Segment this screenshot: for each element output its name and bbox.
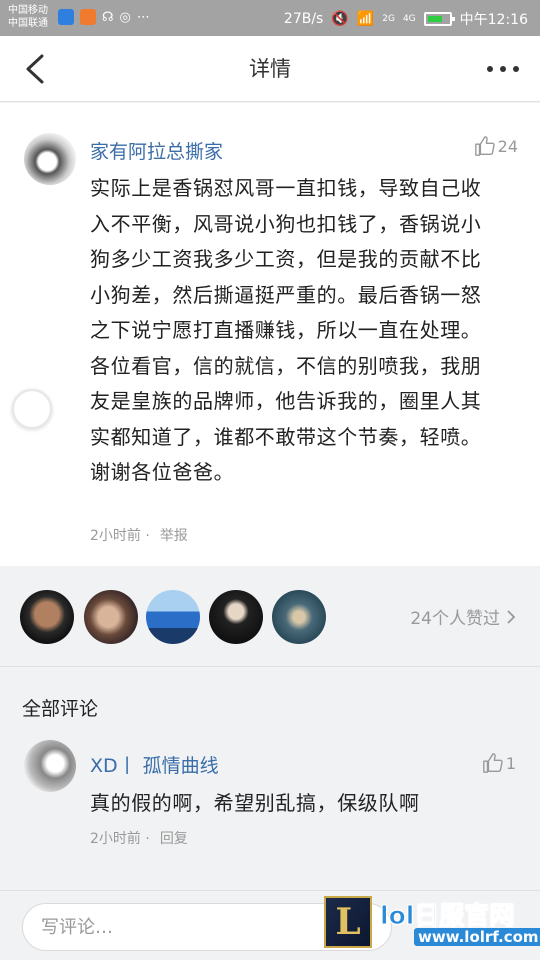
post-like-count: 24 — [497, 136, 518, 156]
carrier-2: 中国联通 — [8, 18, 48, 29]
headset-icon: ☊ — [102, 9, 114, 25]
status-right: 27B/s 🔇 📶 2G 4G 中午12:16 — [284, 9, 528, 29]
notification-icons: ☊ ◎ ⋯ — [58, 9, 150, 25]
wifi-icon: 📶 — [356, 11, 375, 27]
network-speed: 27B/s — [283, 11, 324, 27]
post-author-name[interactable]: 家有阿拉总撕家 — [90, 137, 223, 164]
carrier-info: 中国移动 中国联通 — [8, 4, 48, 30]
post-meta: 2小时前 · 举报 — [90, 525, 188, 545]
clock: 中午12:16 — [459, 12, 528, 28]
comment-like-button[interactable]: 1 — [482, 752, 516, 774]
report-link[interactable]: 举报 — [160, 525, 188, 545]
comment-time: 2小时前 · — [90, 831, 150, 847]
section-divider — [0, 666, 540, 667]
lol-logo: L — [324, 896, 372, 948]
thumbs-up-icon — [482, 753, 503, 773]
watermark-url: www.lolrf.com — [414, 928, 540, 946]
watermark-title: lol日服官网 — [379, 901, 515, 931]
app-notification-icon — [58, 9, 74, 25]
commenter-name[interactable]: XD丨 孤情曲线 — [90, 751, 219, 778]
page-title: 详情 — [249, 57, 291, 81]
liker-avatar[interactable] — [20, 590, 74, 644]
heart-app-icon — [80, 9, 96, 25]
comment-item: XD丨 孤情曲线 1 真的假的啊，希望别乱搞，保级队啊 2小时前 · 回复 — [0, 730, 540, 890]
signal-2-label: 4G — [402, 14, 416, 24]
likers-count-text: 24个人赞过 — [410, 609, 500, 629]
likers-row: 24个人赞过 — [0, 576, 540, 666]
post-like-button[interactable]: 24 — [474, 135, 518, 157]
wifi-share-icon: ◎ — [119, 9, 131, 25]
site-watermark: L lol日服官网 www.lolrf.com — [322, 894, 540, 954]
comment-like-count: 1 — [505, 753, 516, 773]
mute-icon: 🔇 — [331, 11, 349, 27]
more-options-button[interactable] — [486, 60, 520, 78]
liker-avatar[interactable] — [146, 590, 200, 644]
liker-avatar[interactable] — [84, 590, 138, 644]
carrier-1: 中国移动 — [8, 5, 48, 16]
reply-link[interactable]: 回复 — [160, 828, 188, 848]
floating-assist-button[interactable] — [12, 389, 52, 429]
likers-count-link[interactable]: 24个人赞过 — [410, 604, 516, 629]
post-content: 实际上是香锅怼风哥一直扣钱，导致自己收入不平衡，风哥说小狗也扣钱了，香锅说小狗多… — [90, 176, 482, 484]
more-dots-icon — [487, 66, 519, 72]
top-nav-bar: 详情 — [0, 36, 540, 102]
comments-header: 全部评论 — [22, 698, 99, 720]
commenter-avatar[interactable] — [24, 740, 76, 792]
post-time: 2小时前 · — [90, 528, 150, 544]
comment-meta: 2小时前 · 回复 — [90, 828, 188, 848]
author-avatar[interactable] — [24, 133, 76, 185]
thumbs-up-icon — [474, 136, 495, 156]
comment-text: 真的假的啊，希望别乱搞，保级队啊 — [90, 791, 420, 815]
status-bar: 中国移动 中国联通 ☊ ◎ ⋯ 27B/s 🔇 📶 2G 4G 中午12:16 — [0, 0, 540, 36]
liker-avatar[interactable] — [272, 590, 326, 644]
main-post: 家有阿拉总撕家 24 实际上是香锅怼风哥一直扣钱，导致自己收入不平衡，风哥说小狗… — [0, 103, 540, 566]
battery-icon — [423, 12, 455, 26]
more-notifications-icon: ⋯ — [136, 9, 150, 25]
chevron-right-icon — [507, 609, 516, 624]
liker-avatar[interactable] — [209, 590, 263, 644]
signal-1-label: 2G — [382, 14, 395, 24]
